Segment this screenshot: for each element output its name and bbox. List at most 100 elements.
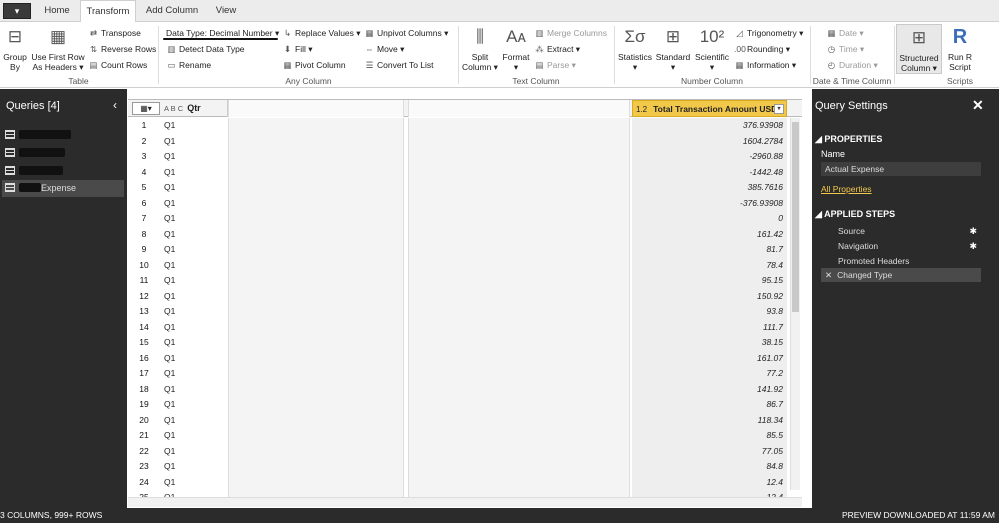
table-row[interactable]: 2 Q1 1604.2784 <box>128 133 788 150</box>
row-number[interactable]: 23 <box>128 459 160 475</box>
query-name-input[interactable]: Actual Expense <box>821 162 981 176</box>
cell-amount[interactable]: 0 <box>632 211 787 227</box>
parse-button[interactable]: ▤ Parse ▾ <box>534 59 575 72</box>
scientific-button[interactable]: 10² Scientific ▾ <box>692 24 732 72</box>
cell-qtr[interactable]: Q1 <box>164 165 224 181</box>
table-row[interactable]: 4 Q1 -1442.48 <box>128 164 788 181</box>
filter-dropdown-icon[interactable]: ▾ <box>774 104 784 114</box>
table-row[interactable]: 6 Q1 -376.93908 <box>128 195 788 212</box>
table-row[interactable]: 7 Q1 0 <box>128 211 788 227</box>
scrollbar-thumb[interactable] <box>792 122 799 312</box>
count-rows-button[interactable]: ▤ Count Rows <box>88 59 147 72</box>
column-header-qtr[interactable]: A B CQtr ▾ <box>162 100 256 117</box>
properties-section-title[interactable]: ◢ PROPERTIES <box>815 134 882 145</box>
cell-qtr[interactable]: Q1 <box>164 180 224 196</box>
cell-qtr[interactable]: Q1 <box>164 351 224 367</box>
row-number[interactable]: 16 <box>128 351 160 367</box>
cell-qtr[interactable]: Q1 <box>164 196 224 212</box>
move-button[interactable]: ⇔ Move ▾ <box>364 43 404 56</box>
table-row[interactable]: 16 Q1 161.07 <box>128 350 788 367</box>
row-number[interactable]: 17 <box>128 366 160 382</box>
cell-qtr[interactable]: Q1 <box>164 289 224 305</box>
cell-amount[interactable]: 161.07 <box>632 350 787 366</box>
cell-amount[interactable]: -376.93908 <box>632 195 787 211</box>
trigonometry-button[interactable]: ◿ Trigonometry ▾ <box>734 27 803 40</box>
row-number[interactable]: 15 <box>128 335 160 351</box>
all-properties-link[interactable]: All Properties <box>821 184 872 194</box>
row-number[interactable]: 1 <box>128 118 160 134</box>
cell-amount[interactable]: 141.92 <box>632 381 787 397</box>
cell-qtr[interactable]: Q1 <box>164 382 224 398</box>
table-row[interactable]: 14 Q1 111.7 <box>128 319 788 336</box>
table-row[interactable]: 18 Q1 141.92 <box>128 381 788 398</box>
row-number[interactable]: 11 <box>128 273 160 289</box>
table-row[interactable]: 13 Q1 93.8 <box>128 304 788 320</box>
row-number[interactable]: 12 <box>128 289 160 305</box>
cell-qtr[interactable]: Q1 <box>164 227 224 243</box>
cell-qtr[interactable]: Q1 <box>164 320 224 336</box>
cell-qtr[interactable]: Q1 <box>164 444 224 460</box>
fill-button[interactable]: ⬇ Fill ▾ <box>282 43 313 56</box>
duration-button[interactable]: ◴ Duration ▾ <box>826 59 878 72</box>
file-menu-button[interactable]: ▾ <box>3 3 31 19</box>
step-source[interactable]: Source ✱ <box>821 224 981 238</box>
information-button[interactable]: ▦ Information ▾ <box>734 59 796 72</box>
row-number[interactable]: 9 <box>128 242 160 258</box>
table-row[interactable]: 20 Q1 118.34 <box>128 412 788 429</box>
row-number[interactable]: 5 <box>128 180 160 196</box>
cell-qtr[interactable]: Q1 <box>164 149 224 165</box>
cell-qtr[interactable]: Q1 <box>164 258 224 274</box>
vertical-scrollbar[interactable] <box>790 118 800 490</box>
convert-to-list-button[interactable]: ☰ Convert To List <box>364 59 434 72</box>
time-button[interactable]: ◷ Time ▾ <box>826 43 864 56</box>
tab-add-column[interactable]: Add Column <box>138 0 206 22</box>
cell-amount[interactable]: 86.7 <box>632 397 787 413</box>
cell-amount[interactable]: 85.5 <box>632 428 787 444</box>
cell-qtr[interactable]: Q1 <box>164 134 224 150</box>
table-row[interactable]: 24 Q1 12.4 <box>128 474 788 490</box>
row-number[interactable]: 20 <box>128 413 160 429</box>
cell-amount[interactable]: 38.15 <box>632 335 787 351</box>
row-number[interactable]: 3 <box>128 149 160 165</box>
use-first-row-button[interactable]: ▦ Use First Row As Headers ▾ <box>30 24 86 72</box>
table-row[interactable]: 10 Q1 78.4 <box>128 257 788 274</box>
tab-view[interactable]: View <box>206 0 246 22</box>
table-menu-button[interactable]: ▦▾ <box>132 102 160 115</box>
row-number[interactable]: 2 <box>128 134 160 150</box>
cell-amount[interactable]: -1442.48 <box>632 164 787 180</box>
cell-qtr[interactable]: Q1 <box>164 273 224 289</box>
row-number[interactable]: 6 <box>128 196 160 212</box>
column-header-amount[interactable]: 1.2 Total Transaction Amount USD ▾ <box>632 100 787 117</box>
cell-amount[interactable]: 161.42 <box>632 226 787 242</box>
gear-icon[interactable]: ✱ <box>969 224 977 238</box>
column-header-hidden-2[interactable] <box>408 100 630 117</box>
step-changed-type[interactable]: ✕ Changed Type <box>821 268 981 282</box>
extract-button[interactable]: ⁂ Extract ▾ <box>534 43 580 56</box>
cell-amount[interactable]: 93.8 <box>632 304 787 320</box>
reverse-rows-button[interactable]: ⇅ Reverse Rows <box>88 43 156 56</box>
cell-qtr[interactable]: Q1 <box>164 304 224 320</box>
structured-column-button[interactable]: ⊞ Structured Column ▾ <box>896 24 942 74</box>
close-icon[interactable]: ✕ <box>972 97 984 114</box>
standard-button[interactable]: ⊞ Standard ▾ <box>654 24 692 72</box>
cell-qtr[interactable]: Q1 <box>164 211 224 227</box>
step-navigation[interactable]: Navigation ✱ <box>821 239 981 253</box>
cell-amount[interactable]: 84.8 <box>632 459 787 475</box>
cell-amount[interactable]: 1604.2784 <box>632 133 787 149</box>
cell-amount[interactable]: 385.7616 <box>632 180 787 196</box>
table-row[interactable]: 8 Q1 161.42 <box>128 226 788 243</box>
cell-qtr[interactable]: Q1 <box>164 397 224 413</box>
horizontal-scrollbar[interactable] <box>128 497 802 507</box>
cell-qtr[interactable]: Q1 <box>164 118 224 134</box>
rename-button[interactable]: ▭ Rename <box>166 59 211 72</box>
table-row[interactable]: 9 Q1 81.7 <box>128 242 788 258</box>
cell-amount[interactable]: 376.93908 <box>632 118 787 134</box>
group-by-button[interactable]: ⊟ Group By <box>2 24 28 72</box>
table-row[interactable]: 11 Q1 95.15 <box>128 273 788 289</box>
gear-icon[interactable]: ✱ <box>969 239 977 253</box>
cell-amount[interactable]: 81.7 <box>632 242 787 258</box>
merge-columns-button[interactable]: ▥ Merge Columns <box>534 27 607 40</box>
cell-qtr[interactable]: Q1 <box>164 242 224 258</box>
format-button[interactable]: Aᴀ Format ▾ <box>500 24 532 72</box>
statistics-button[interactable]: Σσ Statistics ▾ <box>616 24 654 72</box>
